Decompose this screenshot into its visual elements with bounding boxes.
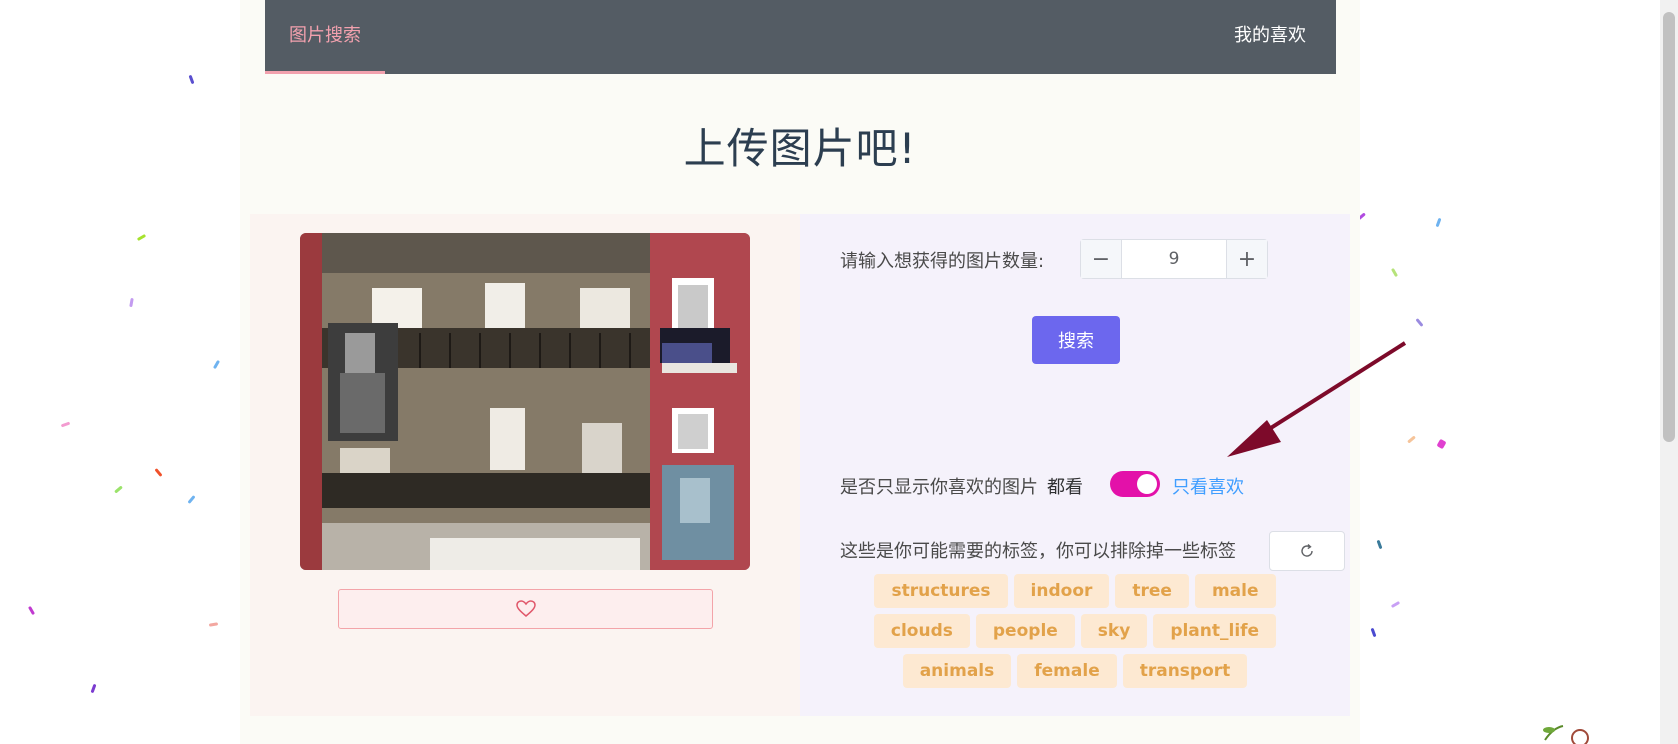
tag-item[interactable]: indoor: [1013, 574, 1110, 608]
decrease-button[interactable]: −: [1081, 240, 1122, 278]
like-button[interactable]: [338, 589, 713, 629]
tag-item[interactable]: clouds: [873, 614, 970, 648]
top-navbar: 图片搜索 我的喜欢: [265, 0, 1336, 74]
tag-item[interactable]: animals: [902, 654, 1012, 688]
tag-item[interactable]: male: [1194, 574, 1276, 608]
upload-panel: [250, 214, 800, 716]
tag-item[interactable]: transport: [1122, 654, 1248, 688]
image-count-label: 请输入想获得的图片数量:: [840, 251, 1045, 272]
tags-label: 这些是你可能需要的标签，你可以排除掉一些标签: [840, 541, 1236, 562]
favorites-filter-label: 是否只显示你喜欢的图片: [840, 477, 1038, 498]
tag-list: structures indoor tree male clouds peopl…: [830, 574, 1320, 688]
tag-item[interactable]: structures: [874, 574, 1008, 608]
image-count-stepper: − +: [1080, 239, 1268, 279]
nav-link-my-favorites[interactable]: 我的喜欢: [1234, 0, 1306, 71]
heart-icon: [515, 600, 536, 617]
switch-off-label[interactable]: 都看: [1047, 473, 1083, 499]
plant-decoration: [1543, 725, 1589, 744]
uploaded-image: [300, 233, 750, 570]
switch-on-label[interactable]: 只看喜欢: [1172, 473, 1244, 499]
page-scrollbar[interactable]: [1660, 0, 1678, 744]
image-count-input[interactable]: [1122, 240, 1226, 278]
annotation-arrow: [1227, 341, 1407, 457]
search-options-panel: 请输入想获得的图片数量: − + 搜索 是否只显示你喜欢的图片 都看 只看喜欢 …: [800, 214, 1350, 716]
tag-item[interactable]: sky: [1080, 614, 1148, 648]
increase-button[interactable]: +: [1226, 240, 1267, 278]
search-button[interactable]: 搜索: [1032, 316, 1120, 364]
tag-item[interactable]: tree: [1115, 574, 1189, 608]
page-title: 上传图片吧!: [683, 124, 917, 173]
refresh-icon: [1301, 543, 1313, 557]
page-container: 图片搜索 我的喜欢 上传图片吧! 请输入想获得的图片数量: − 9 + 搜索 是…: [240, 0, 1360, 744]
nav-tab-image-search[interactable]: 图片搜索: [265, 0, 385, 74]
toggle-knob: [1137, 474, 1157, 494]
refresh-tags-button[interactable]: [1269, 531, 1345, 571]
tag-item[interactable]: people: [975, 614, 1075, 648]
tag-item[interactable]: plant_life: [1153, 614, 1277, 648]
scrollbar-thumb[interactable]: [1663, 12, 1675, 442]
tag-item[interactable]: female: [1017, 654, 1117, 688]
favorites-only-toggle[interactable]: [1110, 471, 1160, 497]
